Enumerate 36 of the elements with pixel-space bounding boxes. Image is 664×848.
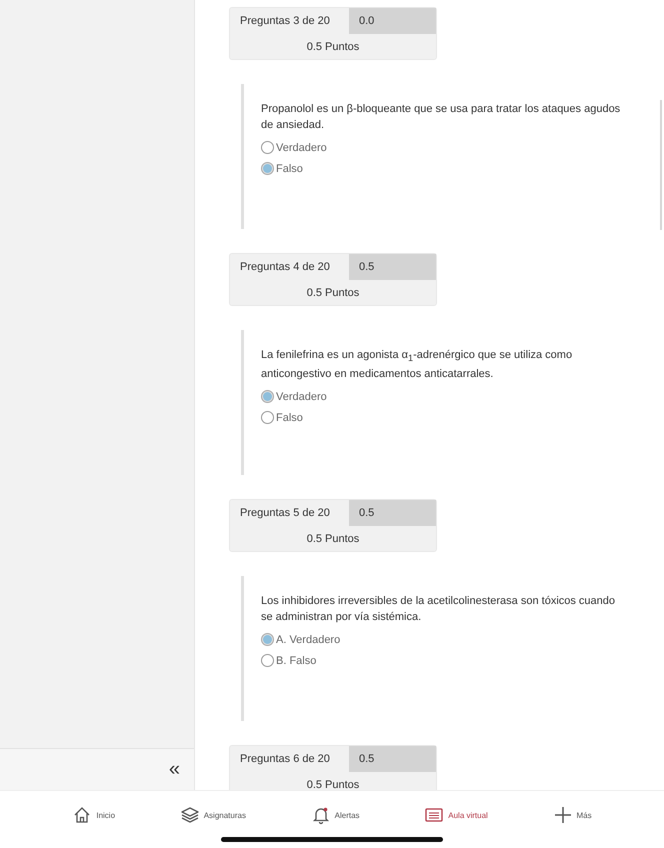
question-counter: Preguntas 6 de 20 — [239, 752, 331, 767]
question-counter: Preguntas 4 de 20 — [239, 260, 331, 275]
score-value: 0.5 — [349, 254, 436, 280]
collapse-button[interactable]: « — [166, 758, 182, 781]
question-counter: Preguntas 5 de 20 — [239, 506, 331, 521]
radio-button[interactable] — [261, 411, 274, 424]
question-text: Propanolol es un β-bloqueante que se usa para tratar los ataques agudos de ansiedad. — [261, 102, 621, 133]
score-value: 0.5 — [349, 746, 436, 772]
radio-button[interactable] — [261, 633, 274, 646]
score-value: 0.5 — [349, 500, 436, 526]
plus-icon — [552, 805, 573, 825]
question-counter: Preguntas 3 de 20 — [239, 14, 331, 29]
points-label: 0.5 Puntos — [306, 286, 360, 300]
radio-button[interactable] — [261, 162, 274, 175]
option-label: A. Verdadero — [276, 634, 340, 646]
layers-icon — [180, 805, 200, 825]
nav-tab[interactable]: Alertas — [310, 805, 360, 825]
nav-tab[interactable]: Asignaturas — [180, 805, 246, 825]
points-label: 0.5 Puntos — [306, 40, 360, 54]
option-label: Verdadero — [276, 142, 327, 154]
nav-tab[interactable]: Más — [552, 805, 592, 825]
option-label: Falso — [276, 412, 303, 424]
nav-tab[interactable]: Aula virtual — [424, 805, 488, 825]
option-label: B. Falso — [276, 654, 316, 666]
radio-button[interactable] — [261, 654, 274, 667]
question-text: La fenilefrina es un agonista α$_{1}$-adrenérgico que se utiliza como anticongestivo en medicamentos anticatarrales. — [261, 348, 574, 382]
option-label: Verdadero — [276, 390, 327, 403]
points-label: 0.5 Puntos — [306, 778, 360, 790]
radio-button[interactable] — [261, 141, 274, 154]
points-label: 0.5 Puntos — [306, 532, 360, 546]
score-value: 0.0 — [349, 8, 436, 34]
option-label: Falso — [276, 162, 303, 174]
radio-button[interactable] — [261, 390, 274, 404]
nav-tab[interactable]: Inicio — [72, 805, 116, 825]
question-text: Los inhibidores irreversibles de la acetilcolinesterasa son tóxicos cuando se administran por vía sistémica. — [261, 594, 616, 625]
bell-icon — [310, 805, 331, 825]
